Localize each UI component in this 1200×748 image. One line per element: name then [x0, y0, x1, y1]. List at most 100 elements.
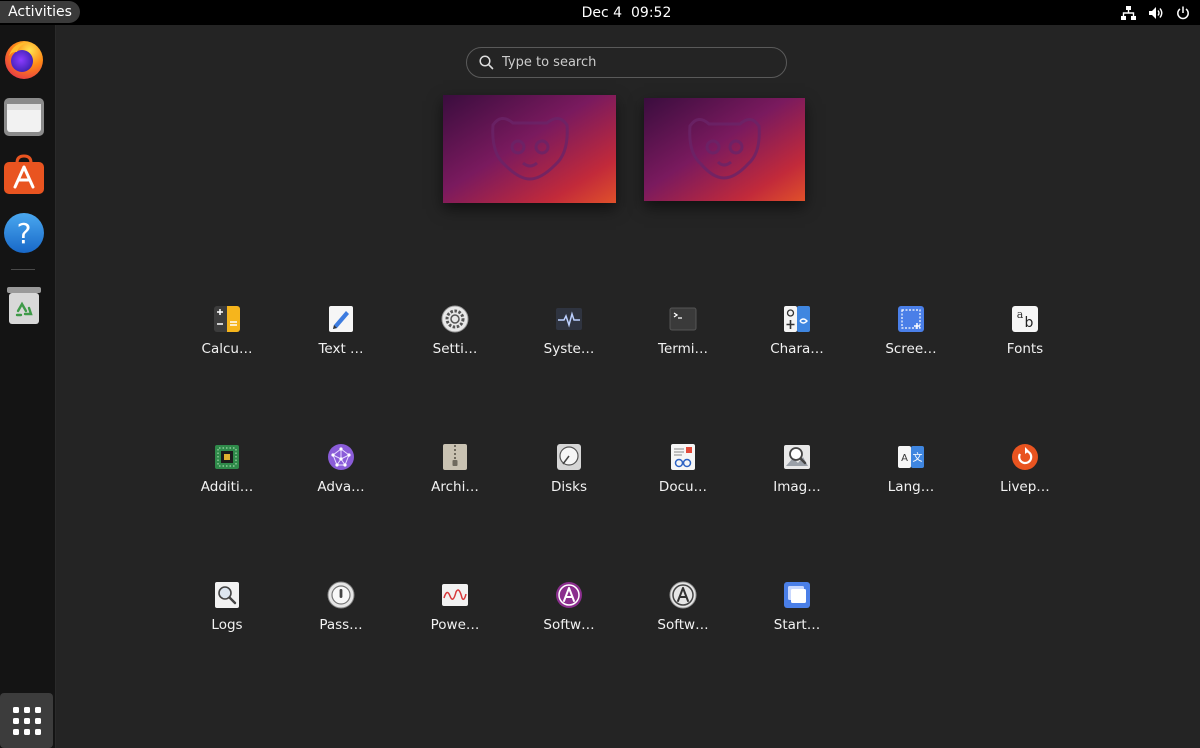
files-icon: [4, 98, 44, 136]
network-icon[interactable]: [1121, 5, 1136, 20]
app-language-support[interactable]: A文 Lang…: [864, 443, 958, 513]
app-power-statistics[interactable]: Powe…: [408, 581, 502, 651]
clock-date: Dec 4: [581, 4, 623, 21]
system-tray[interactable]: [1121, 0, 1190, 25]
app-label: Imag…: [773, 479, 821, 495]
app-label: Softw…: [657, 617, 709, 633]
app-terminal[interactable]: Termi…: [636, 305, 730, 375]
app-label: Chara…: [770, 341, 824, 357]
dock-files[interactable]: [2, 95, 46, 139]
app-label: Setti…: [432, 341, 478, 357]
app-additional-drivers[interactable]: Additi…: [180, 443, 274, 513]
text-editor-icon: [329, 306, 353, 332]
app-label: Fonts: [1006, 341, 1044, 357]
app-document-viewer[interactable]: Docu…: [636, 443, 730, 513]
fonts-icon: ab: [1012, 306, 1038, 332]
trash-icon: [7, 287, 41, 324]
language-support-icon: A文: [898, 446, 924, 468]
activities-button[interactable]: Activities: [0, 1, 80, 23]
app-label: Powe…: [430, 617, 480, 633]
characters-icon: [784, 306, 810, 332]
software-properties-icon: [669, 581, 697, 609]
app-startup-disk[interactable]: Start…: [750, 581, 844, 651]
dock-trash[interactable]: [2, 283, 46, 327]
app-settings[interactable]: Setti…: [408, 305, 502, 375]
search-box[interactable]: [466, 47, 787, 78]
app-label: Calcu…: [201, 341, 253, 357]
image-viewer-icon: [784, 445, 810, 469]
volume-icon[interactable]: [1148, 6, 1164, 20]
power-icon[interactable]: [1176, 6, 1190, 20]
clock-time: 09:52: [631, 4, 672, 21]
app-fonts[interactable]: ab Fonts: [978, 305, 1072, 375]
power-statistics-icon: [442, 584, 468, 606]
show-apps-button[interactable]: [0, 693, 53, 748]
terminal-icon: [669, 307, 697, 331]
app-label: Syste…: [543, 341, 595, 357]
software-updater-icon: [556, 582, 582, 608]
svg-text:a: a: [1017, 308, 1024, 321]
advanced-network-icon: [328, 444, 354, 470]
app-label: Pass…: [319, 617, 363, 633]
wallpaper-thumbnail: [644, 98, 805, 201]
app-characters[interactable]: Chara…: [750, 305, 844, 375]
app-label: Docu…: [658, 479, 708, 495]
app-text-editor[interactable]: Text …: [294, 305, 388, 375]
app-label: Disks: [550, 479, 588, 495]
top-bar: Activities Dec 4 09:52: [0, 0, 1200, 25]
app-label: Termi…: [658, 341, 708, 357]
app-label: Adva…: [317, 479, 365, 495]
firefox-icon: [5, 41, 43, 79]
app-passwords[interactable]: Pass…: [294, 581, 388, 651]
app-screenshot[interactable]: Scree…: [864, 305, 958, 375]
dock-separator: [11, 269, 35, 270]
dock-firefox[interactable]: [2, 37, 46, 81]
passwords-icon: [327, 581, 355, 609]
clock: Dec 4 09:52: [0, 0, 1200, 25]
workspace-thumbnail-1[interactable]: [443, 95, 616, 203]
screenshot-icon: [898, 306, 924, 332]
svg-text:?: ?: [17, 217, 32, 250]
app-label: Additi…: [200, 479, 254, 495]
startup-disk-icon: [784, 582, 810, 608]
app-center-icon: [4, 154, 44, 194]
app-calculator[interactable]: Calcu…: [180, 305, 274, 375]
app-label: Scree…: [885, 341, 937, 357]
app-label: Livep…: [1000, 479, 1050, 495]
workspace-thumbnail-2[interactable]: [644, 98, 805, 201]
clock-button[interactable]: Dec 4 09:52: [582, 5, 672, 21]
grid-icon: [12, 706, 41, 735]
disks-icon: [557, 444, 581, 470]
app-advanced-network[interactable]: Adva…: [294, 443, 388, 513]
livepatch-icon: [1012, 444, 1038, 470]
app-image-viewer[interactable]: Imag…: [750, 443, 844, 513]
additional-drivers-icon: [215, 445, 239, 469]
app-label: Lang…: [887, 479, 935, 495]
app-logs[interactable]: Logs: [180, 581, 274, 651]
app-software-properties[interactable]: Softw…: [636, 581, 730, 651]
dock-help[interactable]: ?: [2, 211, 46, 255]
svg-text:文: 文: [913, 451, 923, 464]
settings-icon: [441, 305, 469, 333]
logs-icon: [215, 582, 239, 608]
app-livepatch[interactable]: Livep…: [978, 443, 1072, 513]
help-icon: ?: [4, 213, 44, 253]
search-input[interactable]: [502, 55, 762, 70]
dock-app-center[interactable]: [2, 153, 46, 197]
app-label: Start…: [773, 617, 821, 633]
archive-manager-icon: [443, 444, 467, 470]
app-label: Archi…: [431, 479, 479, 495]
document-viewer-icon: [671, 444, 695, 470]
wallpaper-thumbnail: [443, 95, 616, 203]
dock: ?: [0, 25, 56, 748]
app-label: Logs: [211, 617, 243, 633]
app-disks[interactable]: Disks: [522, 443, 616, 513]
search-icon: [479, 55, 494, 70]
svg-text:A: A: [901, 453, 908, 464]
app-archive-manager[interactable]: Archi…: [408, 443, 502, 513]
svg-text:b: b: [1025, 315, 1034, 331]
app-system-monitor[interactable]: Syste…: [522, 305, 616, 375]
app-software-updater[interactable]: Softw…: [522, 581, 616, 651]
system-monitor-icon: [556, 308, 582, 330]
calculator-icon: [214, 306, 240, 332]
